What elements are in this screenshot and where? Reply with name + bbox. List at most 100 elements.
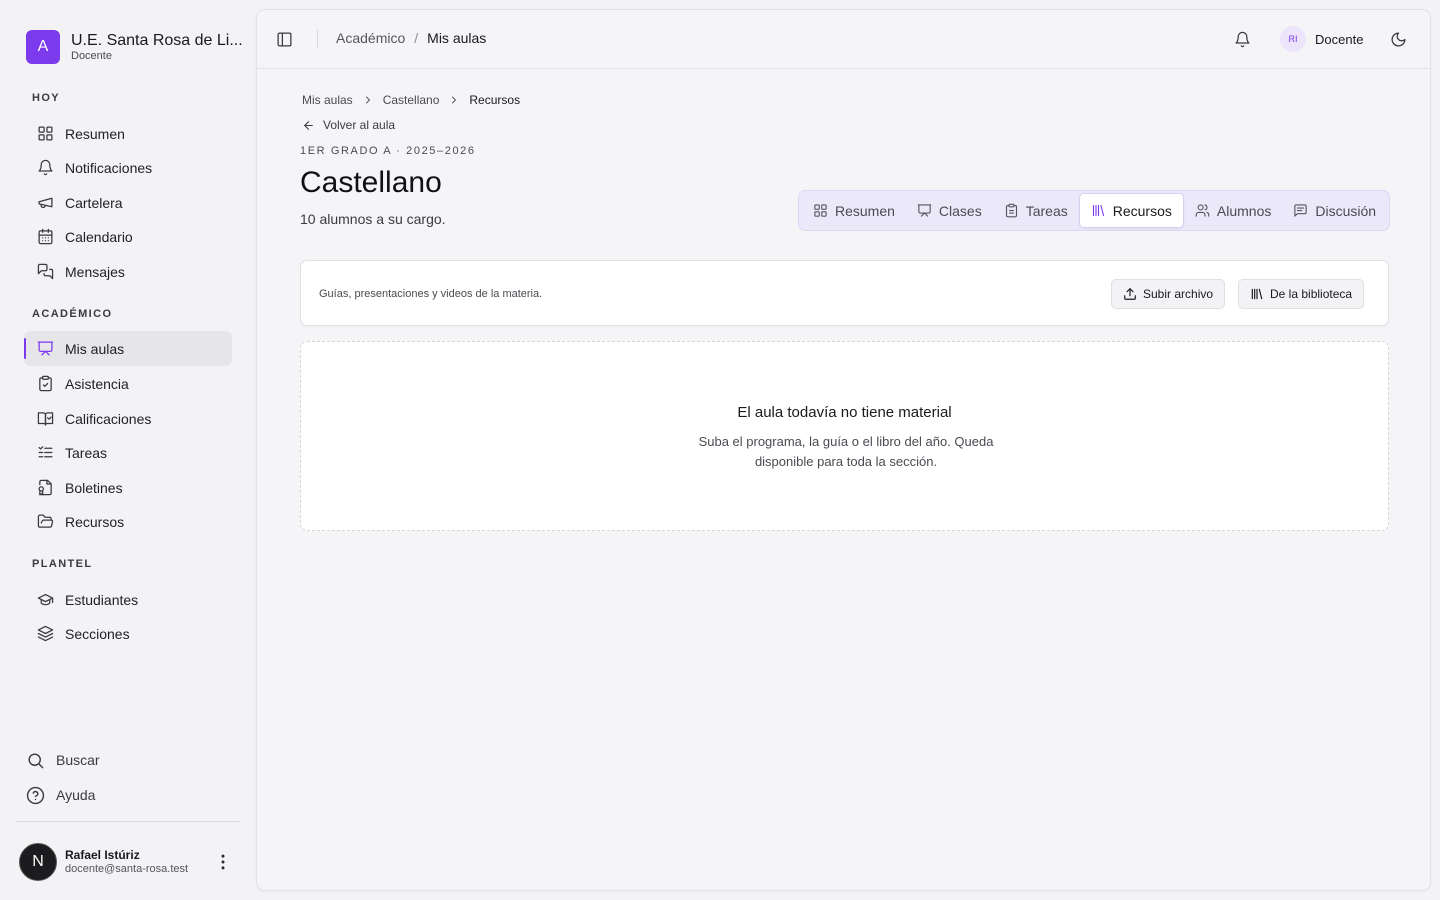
sidebar-item-recursos[interactable]: Recursos: [24, 504, 232, 539]
sidebar-item-asistencia[interactable]: Asistencia: [24, 366, 232, 401]
tab-tareas[interactable]: Tareas: [993, 193, 1079, 228]
grid-icon: [814, 204, 827, 217]
more-vertical-icon[interactable]: [213, 852, 233, 872]
user-profile[interactable]: N Rafael Istúriz docente@santa-rosa.test: [19, 843, 241, 881]
search-label: Buscar: [56, 752, 100, 768]
search-button[interactable]: Buscar: [26, 745, 100, 775]
class-eyebrow: 1ER GRADO A · 2025–2026: [300, 145, 476, 157]
calendar-icon: [38, 228, 53, 245]
topbar-divider: [317, 30, 318, 48]
breadcrumb-recursos: Recursos: [469, 93, 521, 107]
book-check-icon: [37, 412, 54, 426]
tab-recursos[interactable]: Recursos: [1078, 193, 1184, 228]
page-breadcrumb: Mis aulas Castellano Recursos: [302, 93, 520, 107]
section-label-plantel: PLANTEL: [32, 558, 93, 570]
sidebar-item-label: Recursos: [65, 513, 125, 530]
tab-discusion[interactable]: Discusión: [1282, 193, 1387, 228]
sidebar-item-label: Calendario: [65, 228, 133, 245]
sidebar-item-label: Mensajes: [65, 263, 125, 280]
empty-state-description: Suba el programa, la guía o el libro del…: [698, 434, 994, 469]
grid-icon: [38, 126, 53, 141]
library-icon: [1251, 288, 1263, 300]
tab-label: Tareas: [1025, 202, 1068, 219]
layers-icon: [37, 625, 54, 642]
tab-clases[interactable]: Clases: [906, 193, 993, 228]
section-label-academico: ACADÉMICO: [32, 308, 113, 320]
list-todo-icon: [38, 446, 53, 458]
topbar: Académico / Mis aulas RI Docente: [257, 10, 1430, 69]
chevron-right-icon: [365, 96, 370, 104]
file-report-icon: [38, 479, 52, 496]
back-link-label: Volver al aula: [323, 118, 396, 132]
sidebar-item-tareas[interactable]: Tareas: [24, 435, 232, 470]
tab-resumen[interactable]: Resumen: [802, 193, 906, 228]
library-label: De la biblioteca: [1270, 287, 1353, 301]
sidebar-item-label: Boletines: [65, 479, 123, 496]
graduation-cap-icon: [37, 593, 54, 606]
sidebar-item-estudiantes[interactable]: Estudiantes: [24, 582, 232, 617]
tab-label: Clases: [938, 202, 982, 219]
breadcrumb-academico[interactable]: Académico: [336, 30, 405, 46]
sidebar-item-calendario[interactable]: Calendario: [24, 219, 232, 254]
help-circle-icon: [26, 786, 45, 804]
bell-icon[interactable]: [1234, 31, 1251, 48]
tab-label: Recursos: [1112, 202, 1172, 219]
user-name: Rafael Istúriz: [65, 848, 140, 862]
sidebar-item-label: Cartelera: [65, 194, 123, 211]
brand-role: Docente: [71, 50, 112, 62]
tab-label: Discusión: [1315, 202, 1377, 219]
upload-file-button[interactable]: Subir archivo: [1111, 279, 1226, 309]
sidebar-item-secciones[interactable]: Secciones: [24, 616, 232, 651]
sidebar-item-calificaciones[interactable]: Calificaciones: [24, 401, 232, 436]
tab-label: Alumnos: [1216, 202, 1272, 219]
sidebar-item-notificaciones[interactable]: Notificaciones: [24, 150, 232, 185]
page-title: Castellano: [300, 166, 442, 199]
sidebar-item-cartelera[interactable]: Cartelera: [24, 185, 232, 220]
bell-icon: [38, 159, 53, 176]
upload-icon: [1124, 288, 1136, 300]
sidebar-item-label: Notificaciones: [65, 159, 153, 176]
sidebar-item-label: Tareas: [65, 444, 108, 461]
clipboard-check-icon: [39, 375, 52, 392]
chevron-right-icon: [452, 96, 457, 104]
library-icon: [1092, 204, 1104, 217]
search-icon: [28, 752, 44, 768]
tab-label: Resumen: [835, 202, 895, 219]
avatar: N: [19, 843, 57, 881]
breadcrumb-mis-aulas-link[interactable]: Mis aulas: [302, 93, 353, 107]
user-menu-button[interactable]: RI Docente: [1280, 26, 1363, 52]
sidebar-item-label: Mis aulas: [65, 340, 125, 357]
sidebar-item-mis-aulas[interactable]: Mis aulas: [24, 331, 232, 366]
help-button[interactable]: Ayuda: [26, 780, 95, 810]
presentation-icon: [917, 204, 932, 217]
help-label: Ayuda: [56, 787, 96, 803]
from-library-button[interactable]: De la biblioteca: [1238, 279, 1365, 309]
brand[interactable]: A U.E. Santa Rosa de Li... Docente: [26, 30, 243, 64]
back-to-classroom-link[interactable]: Volver al aula: [302, 118, 395, 132]
sidebar-item-label: Secciones: [65, 625, 130, 642]
sidebar-item-boletines[interactable]: Boletines: [24, 470, 232, 505]
breadcrumb-castellano-link[interactable]: Castellano: [383, 93, 440, 107]
sidebar: A U.E. Santa Rosa de Li... Docente HOY R…: [0, 0, 256, 900]
presentation-icon: [37, 341, 54, 356]
sidebar-item-label: Resumen: [65, 125, 125, 142]
sidebar-item-label: Calificaciones: [65, 410, 152, 427]
breadcrumb: Académico / Mis aulas: [336, 30, 486, 46]
arrow-left-icon: [304, 120, 313, 130]
users-icon: [1195, 204, 1210, 217]
upload-label: Subir archivo: [1143, 287, 1214, 301]
sidebar-toggle-icon[interactable]: [276, 31, 293, 48]
avatar: RI: [1280, 26, 1306, 52]
tab-alumnos[interactable]: Alumnos: [1184, 193, 1282, 228]
sidebar-item-label: Estudiantes: [65, 591, 139, 608]
clipboard-icon: [1005, 203, 1017, 218]
brand-name: U.E. Santa Rosa de Li...: [71, 32, 243, 49]
breadcrumb-separator: /: [414, 30, 419, 46]
brand-logo: A: [26, 30, 60, 64]
folder-open-icon: [37, 514, 54, 528]
moon-icon[interactable]: [1390, 31, 1407, 48]
sidebar-item-mensajes[interactable]: Mensajes: [24, 254, 232, 289]
page-subtitle: 10 alumnos a su cargo.: [300, 211, 446, 227]
sidebar-item-resumen[interactable]: Resumen: [24, 116, 232, 151]
message-square-icon: [1294, 204, 1308, 217]
